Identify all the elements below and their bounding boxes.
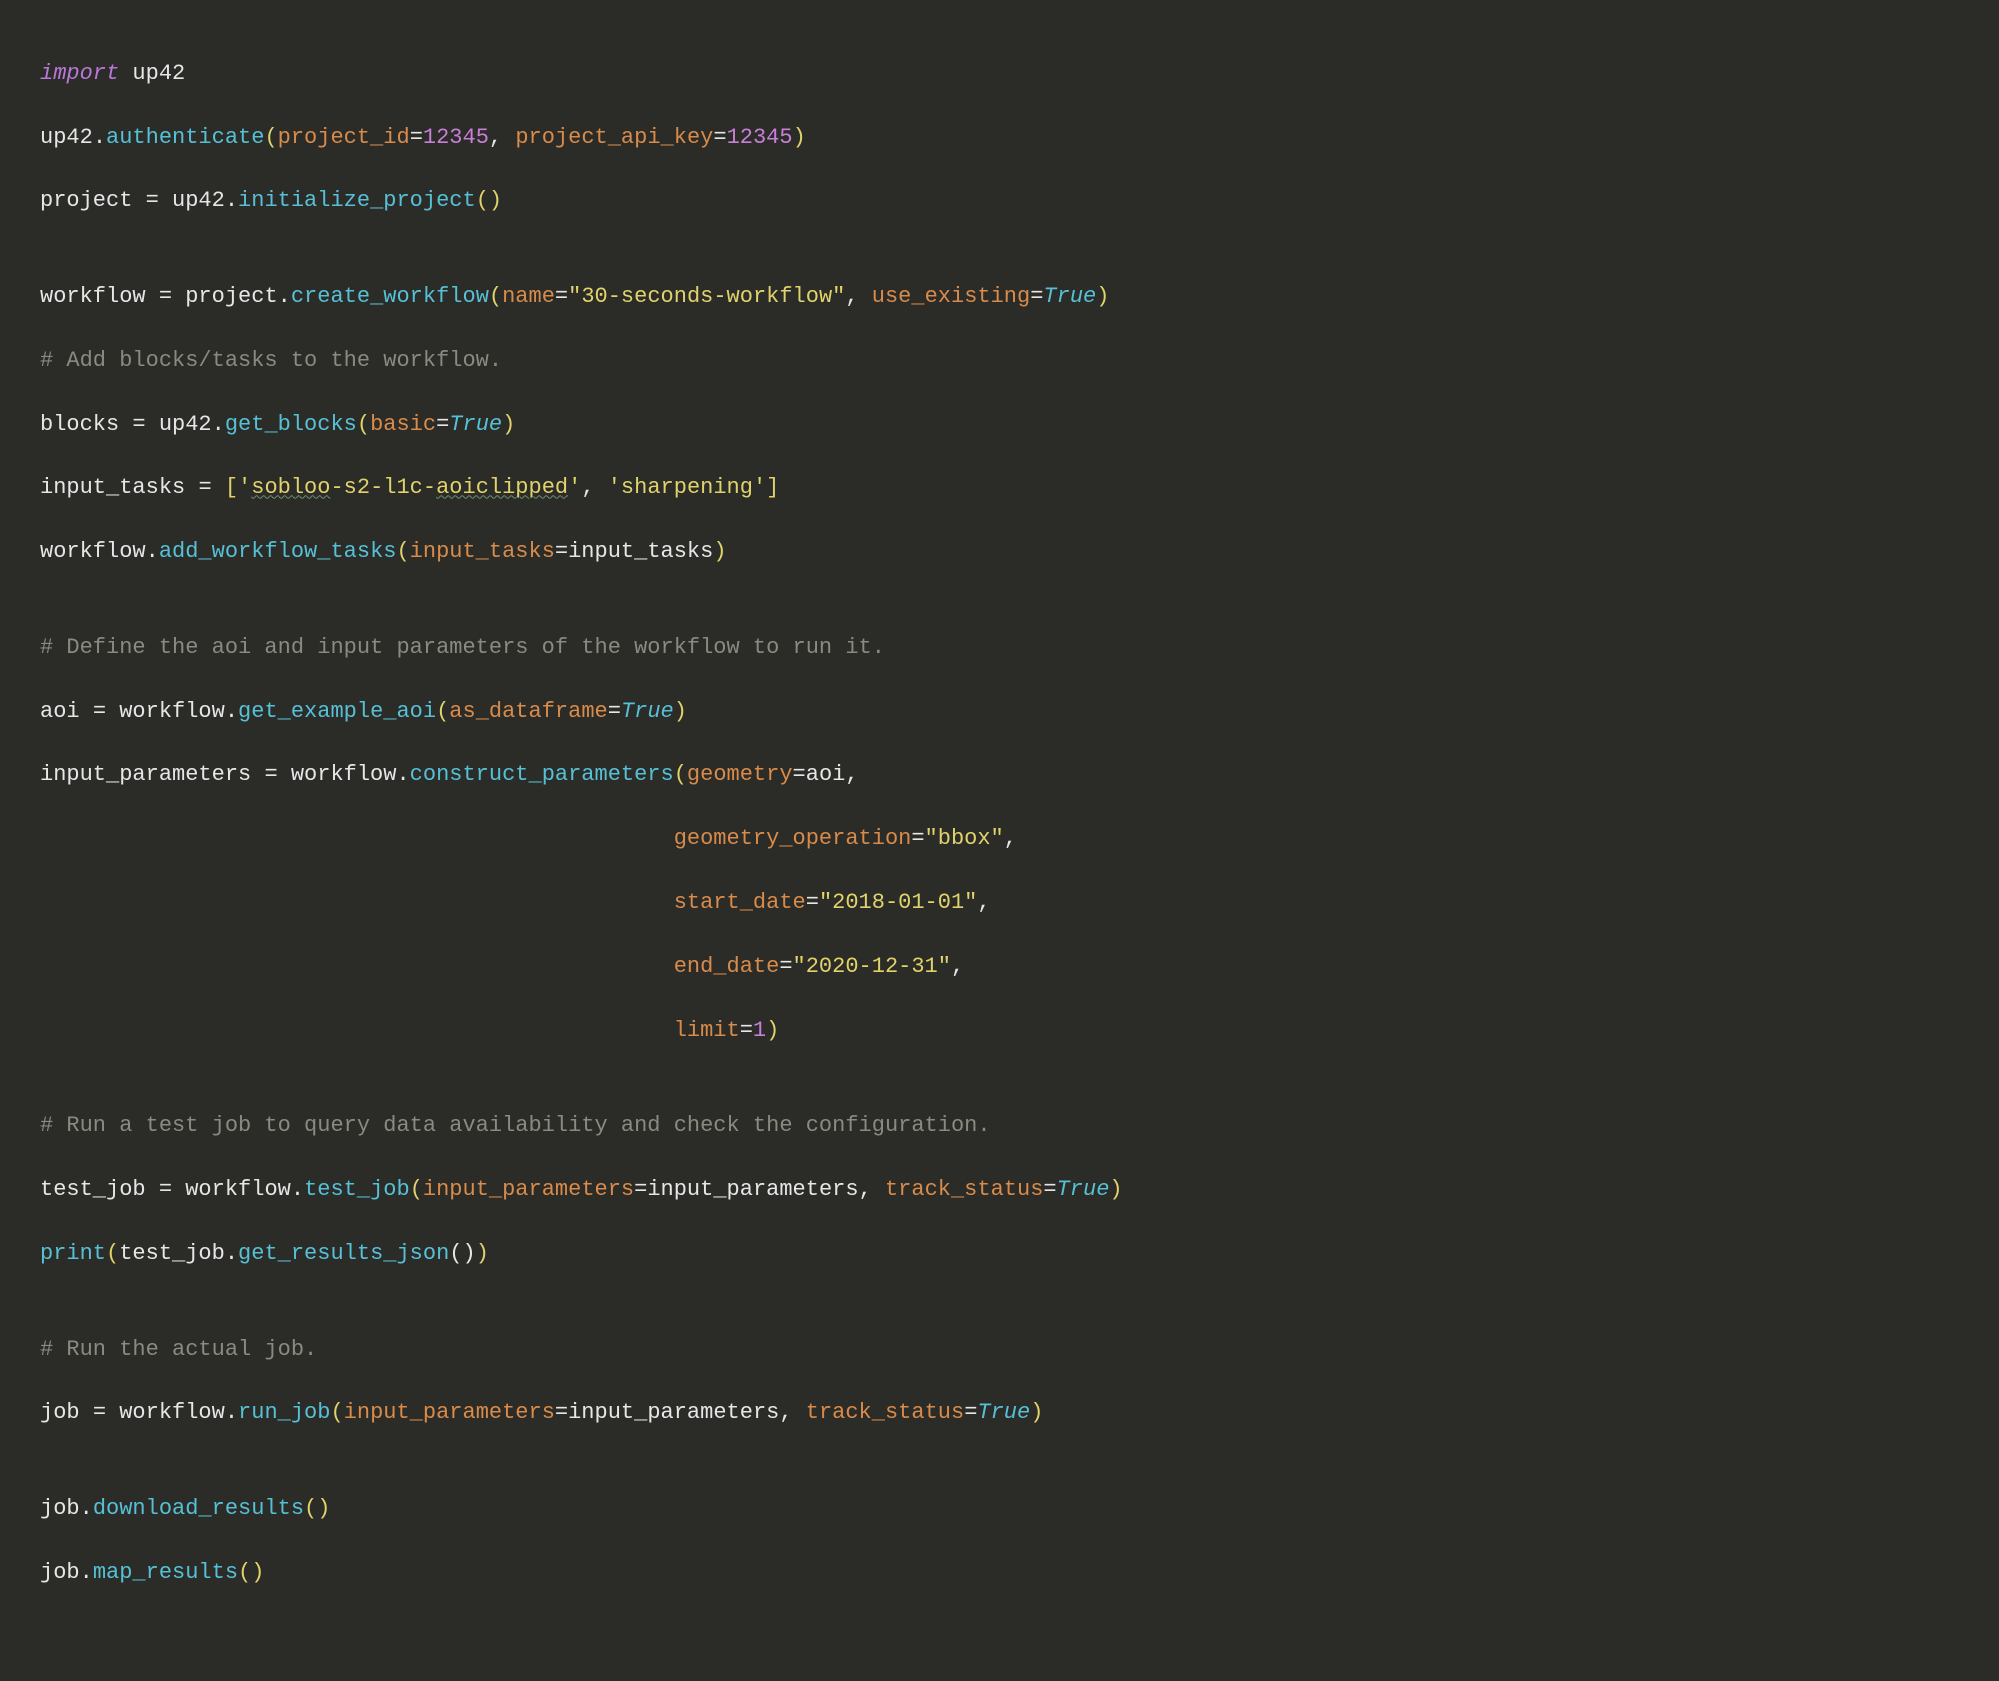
fn-create-workflow: create_workflow bbox=[291, 284, 489, 309]
keyword-import: import bbox=[40, 61, 119, 86]
code-line-19: # Run a test job to query data availabil… bbox=[40, 1110, 1959, 1142]
fn-map-results: map_results bbox=[93, 1560, 238, 1585]
code-line-15: start_date="2018-01-01", bbox=[40, 887, 1959, 919]
code-line-21: print(test_job.get_results_json()) bbox=[40, 1238, 1959, 1270]
fn-get-blocks: get_blocks bbox=[225, 412, 357, 437]
fn-get-example-aoi: get_example_aoi bbox=[238, 699, 436, 724]
code-line-7: blocks = up42.get_blocks(basic=True) bbox=[40, 409, 1959, 441]
code-line-12: aoi = workflow.get_example_aoi(as_datafr… bbox=[40, 696, 1959, 728]
code-line-23: # Run the actual job. bbox=[40, 1334, 1959, 1366]
code-line-17: limit=1) bbox=[40, 1015, 1959, 1047]
fn-authenticate: authenticate bbox=[106, 125, 264, 150]
code-line-11: # Define the aoi and input parameters of… bbox=[40, 632, 1959, 664]
code-line-27: job.map_results() bbox=[40, 1557, 1959, 1589]
code-line-24: job = workflow.run_job(input_parameters=… bbox=[40, 1397, 1959, 1429]
code-line-14: geometry_operation="bbox", bbox=[40, 823, 1959, 855]
code-line-20: test_job = workflow.test_job(input_param… bbox=[40, 1174, 1959, 1206]
comment: # Run the actual job. bbox=[40, 1337, 317, 1362]
fn-construct-parameters: construct_parameters bbox=[410, 762, 674, 787]
code-line-13: input_parameters = workflow.construct_pa… bbox=[40, 759, 1959, 791]
fn-get-results-json: get_results_json bbox=[238, 1241, 449, 1266]
code-line-26: job.download_results() bbox=[40, 1493, 1959, 1525]
code-line-6: # Add blocks/tasks to the workflow. bbox=[40, 345, 1959, 377]
fn-run-job: run_job bbox=[238, 1400, 330, 1425]
fn-initialize-project: initialize_project bbox=[238, 188, 476, 213]
comment: # Run a test job to query data availabil… bbox=[40, 1113, 991, 1138]
spellcheck-squiggle: sobloo bbox=[251, 475, 330, 500]
code-line-8: input_tasks = ['sobloo-s2-l1c-aoiclipped… bbox=[40, 472, 1959, 504]
comment: # Add blocks/tasks to the workflow. bbox=[40, 348, 502, 373]
fn-print: print bbox=[40, 1241, 106, 1266]
spellcheck-squiggle: aoiclipped bbox=[436, 475, 568, 500]
code-line-2: up42.authenticate(project_id=12345, proj… bbox=[40, 122, 1959, 154]
code-line-1: import up42 bbox=[40, 58, 1959, 90]
code-line-5: workflow = project.create_workflow(name=… bbox=[40, 281, 1959, 313]
module-name: up42 bbox=[132, 61, 185, 86]
code-block: import up42 up42.authenticate(project_id… bbox=[0, 0, 1999, 1681]
code-line-16: end_date="2020-12-31", bbox=[40, 951, 1959, 983]
comment: # Define the aoi and input parameters of… bbox=[40, 635, 885, 660]
fn-add-workflow-tasks: add_workflow_tasks bbox=[159, 539, 397, 564]
code-line-3: project = up42.initialize_project() bbox=[40, 185, 1959, 217]
fn-test-job: test_job bbox=[304, 1177, 410, 1202]
code-line-9: workflow.add_workflow_tasks(input_tasks=… bbox=[40, 536, 1959, 568]
fn-download-results: download_results bbox=[93, 1496, 304, 1521]
